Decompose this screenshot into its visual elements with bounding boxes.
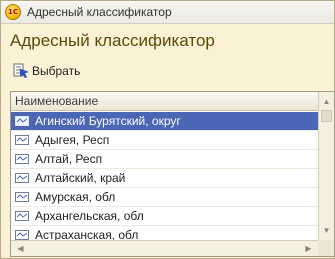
- select-button-label: Выбрать: [32, 64, 81, 78]
- row-label: Алтай, Респ: [35, 152, 103, 166]
- address-classifier-window: 1С Адресный классификатор Адресный класс…: [0, 0, 335, 259]
- vertical-scroll-thumb[interactable]: [321, 110, 332, 122]
- row-label: Адыгея, Респ: [35, 133, 110, 147]
- classifier-table[interactable]: Наименование Агинский Бурятский, округ А…: [10, 91, 335, 257]
- item-icon: [15, 173, 29, 183]
- vertical-scrollbar[interactable]: ▲ ▼: [318, 92, 334, 240]
- scrollbar-corner: [318, 240, 334, 256]
- table-row[interactable]: Алтайский, край: [11, 169, 318, 188]
- scroll-right-arrow-icon[interactable]: ▶: [301, 241, 316, 256]
- row-label: Алтайский, край: [35, 171, 126, 185]
- table-row[interactable]: Адыгея, Респ: [11, 131, 318, 150]
- 1c-app-icon: 1С: [5, 4, 21, 20]
- item-icon: [15, 211, 29, 221]
- table-row[interactable]: Амурская, обл: [11, 188, 318, 207]
- select-button[interactable]: Выбрать: [13, 63, 80, 79]
- scroll-left-arrow-icon[interactable]: ◀: [13, 241, 28, 256]
- table-rows: Агинский Бурятский, округ Адыгея, Респ А…: [11, 112, 318, 245]
- row-label: Архангельская, обл: [35, 209, 144, 223]
- scroll-down-arrow-icon[interactable]: ▼: [319, 223, 334, 238]
- window-title: Адресный классификатор: [27, 5, 172, 19]
- row-label: Агинский Бурятский, округ: [35, 114, 181, 128]
- item-icon: [15, 230, 29, 240]
- item-icon: [15, 135, 29, 145]
- table-row[interactable]: Алтай, Респ: [11, 150, 318, 169]
- table-row[interactable]: Архангельская, обл: [11, 207, 318, 226]
- item-icon: [15, 192, 29, 202]
- toolbar: Выбрать: [13, 62, 80, 80]
- table-row[interactable]: Агинский Бурятский, округ: [11, 112, 318, 131]
- form-title: Адресный классификатор: [10, 31, 215, 50]
- window-titlebar[interactable]: 1С Адресный классификатор: [1, 1, 334, 24]
- select-icon: [13, 63, 29, 78]
- item-icon: [15, 154, 29, 164]
- row-label: Амурская, обл: [35, 190, 116, 204]
- column-header-name[interactable]: Наименование: [11, 92, 318, 111]
- item-icon: [15, 116, 29, 126]
- scroll-up-arrow-icon[interactable]: ▲: [319, 94, 334, 109]
- horizontal-scrollbar[interactable]: ◀ ▶: [11, 240, 318, 256]
